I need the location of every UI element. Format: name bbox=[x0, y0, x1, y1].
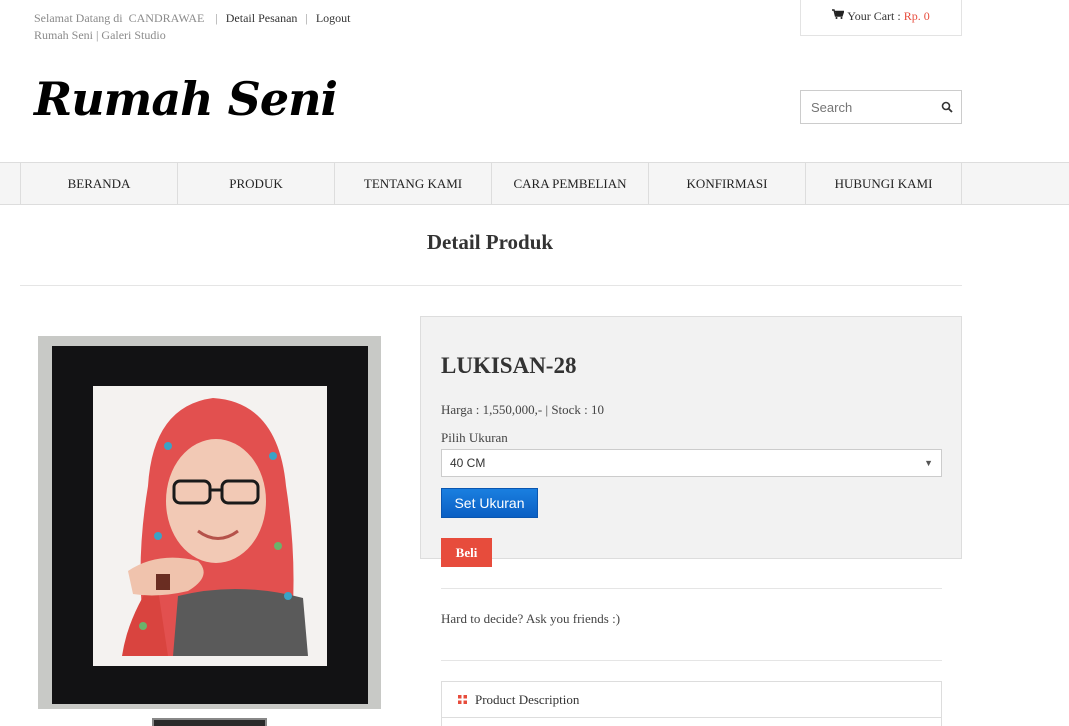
divider bbox=[441, 588, 942, 589]
order-detail-link[interactable]: Detail Pesanan bbox=[226, 11, 298, 25]
buy-button[interactable]: Beli bbox=[441, 538, 492, 567]
size-select[interactable]: 40 CM ▼ bbox=[441, 449, 942, 477]
chevron-down-icon: ▼ bbox=[924, 458, 933, 468]
cart-label: Your Cart : bbox=[847, 9, 901, 23]
username-text: CANDRAWAE bbox=[128, 11, 205, 25]
product-image[interactable] bbox=[38, 336, 381, 709]
product-thumbnail[interactable] bbox=[152, 718, 267, 726]
nav-item-konfirmasi[interactable]: KONFIRMASI bbox=[648, 163, 805, 204]
site-logo[interactable]: Rumah Seni bbox=[34, 72, 338, 126]
welcome-text: Selamat Datang di bbox=[34, 11, 123, 25]
title-divider bbox=[20, 285, 962, 286]
search-input[interactable] bbox=[809, 98, 941, 116]
set-size-button[interactable]: Set Ukuran bbox=[441, 488, 538, 518]
site-subtitle: Rumah Seni | Galeri Studio bbox=[34, 28, 166, 42]
description-tab[interactable]: Product Description bbox=[442, 682, 941, 718]
cart-icon bbox=[832, 9, 845, 19]
grip-dots-icon bbox=[458, 694, 467, 704]
cart-amount: Rp. 0 bbox=[903, 9, 930, 23]
cart-summary[interactable]: Your Cart : Rp. 0 bbox=[800, 0, 962, 36]
product-name: LUKISAN-28 bbox=[441, 353, 577, 378]
nav-item-tentang-kami[interactable]: TENTANG KAMI bbox=[334, 163, 491, 204]
nav-item-produk[interactable]: PRODUK bbox=[177, 163, 334, 204]
nav-item-hubungi-kami[interactable]: HUBUNGI KAMI bbox=[805, 163, 962, 204]
description-panel: Product Description bbox=[441, 681, 942, 726]
page-title: Detail Produk bbox=[426, 230, 554, 254]
price-stock-text: Harga : 1,550,000,- | Stock : 10 bbox=[441, 402, 605, 417]
logout-link[interactable]: Logout bbox=[316, 11, 351, 25]
divider bbox=[441, 660, 942, 661]
description-tab-label: Product Description bbox=[475, 691, 580, 707]
nav-item-cara-pembelian[interactable]: CARA PEMBELIAN bbox=[491, 163, 648, 204]
size-label: Pilih Ukuran bbox=[441, 430, 508, 445]
main-nav: BERANDA PRODUK TENTANG KAMI CARA PEMBELI… bbox=[0, 162, 1069, 205]
search-icon[interactable] bbox=[941, 101, 953, 113]
search-box bbox=[800, 90, 962, 124]
nav-item-beranda[interactable]: BERANDA bbox=[20, 163, 177, 204]
top-bar-info: Selamat Datang di CANDRAWAE | Detail Pes… bbox=[34, 11, 351, 42]
size-selected-value: 40 CM bbox=[450, 456, 486, 470]
share-text: Hard to decide? Ask you friends :) bbox=[441, 611, 621, 626]
